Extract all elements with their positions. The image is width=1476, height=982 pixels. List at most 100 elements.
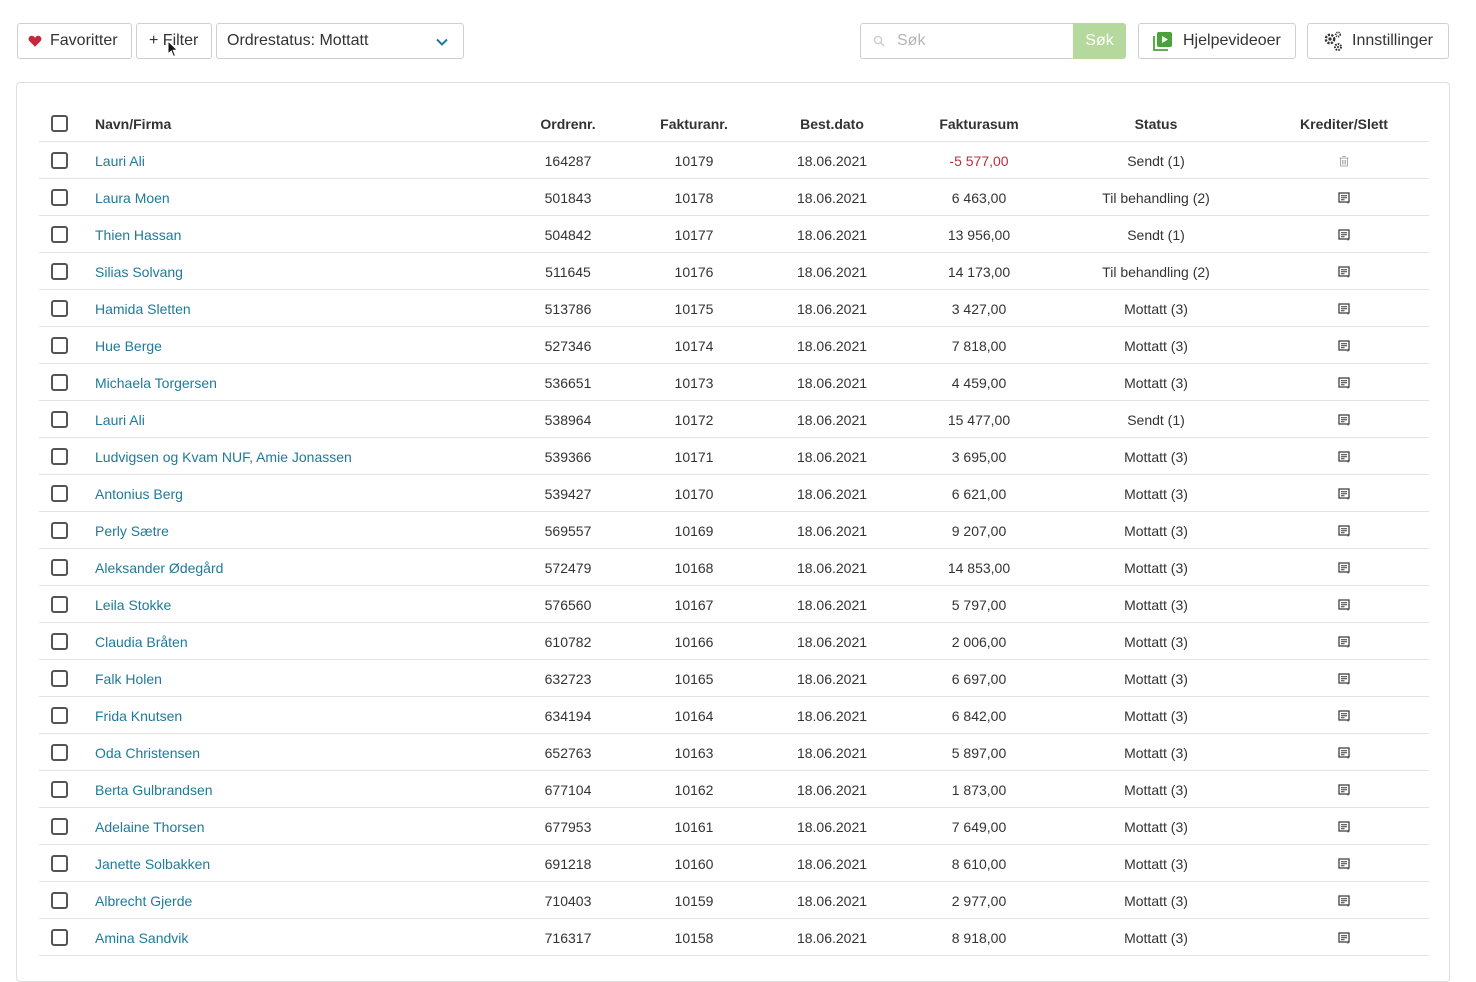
search-field[interactable] [860,23,1074,59]
credit-delete-button[interactable] [1289,179,1399,216]
order-date: 18.06.2021 [796,781,868,798]
header-name[interactable]: Navn/Firma [95,105,515,142]
credit-delete-button[interactable] [1289,253,1399,290]
order-number: 164287 [544,152,592,169]
order-status-select[interactable]: Ordrestatus: Mottatt [216,23,464,59]
customer-name-link[interactable]: Aleksander Ødegård [95,549,515,586]
credit-note-icon [1338,894,1350,906]
credit-delete-button[interactable] [1289,475,1399,512]
customer-name-link[interactable]: Leila Stokke [95,586,515,623]
status-text: Mottatt (3) [1124,596,1188,613]
order-date: 18.06.2021 [796,855,868,872]
invoice-sum: 8 918,00 [951,929,1007,946]
row-checkbox[interactable] [50,401,68,438]
customer-name-link[interactable]: Ludvigsen og Kvam NUF, Amie Jonassen [95,438,515,475]
row-checkbox[interactable] [50,660,68,697]
credit-note-icon [1338,931,1350,943]
row-checkbox[interactable] [50,549,68,586]
credit-delete-button[interactable] [1289,882,1399,919]
customer-name-link[interactable]: Perly Sætre [95,512,515,549]
select-all-checkbox[interactable] [50,105,68,142]
help-videos-button[interactable]: Hjelpevideoer [1138,23,1296,59]
customer-name-link[interactable]: Adelaine Thorsen [95,808,515,845]
favorites-button[interactable]: Favoritter [17,23,132,59]
credit-delete-button[interactable] [1289,808,1399,845]
credit-delete-button[interactable] [1289,697,1399,734]
settings-button[interactable]: Innstillinger [1307,23,1449,59]
customer-name-link[interactable]: Berta Gulbrandsen [95,771,515,808]
customer-name-link[interactable]: Oda Christensen [95,734,515,771]
row-checkbox[interactable] [50,364,68,401]
toolbar: Favoritter + Filter Ordrestatus: Mottatt… [0,0,1476,82]
invoice-sum: 6 463,00 [951,189,1007,206]
header-invoice-no[interactable]: Fakturanr. [644,105,744,142]
row-checkbox[interactable] [50,512,68,549]
credit-delete-button[interactable] [1289,549,1399,586]
row-checkbox[interactable] [50,475,68,512]
customer-name-link[interactable]: Albrecht Gjerde [95,882,515,919]
header-status[interactable]: Status [1079,105,1233,142]
table-row: Hamida Sletten 513786 10175 18.06.2021 3 427… [39,290,1429,327]
customer-name-link[interactable]: Michaela Torgersen [95,364,515,401]
row-checkbox[interactable] [50,438,68,475]
table-header-row: Navn/Firma Ordrenr. Fakturanr. Best.dato… [39,105,1429,142]
row-checkbox[interactable] [50,327,68,364]
credit-delete-button[interactable] [1289,771,1399,808]
status-text: Til behandling (2) [1102,263,1210,280]
customer-name-link[interactable]: Antonius Berg [95,475,515,512]
customer-name-link[interactable]: Falk Holen [95,660,515,697]
customer-name-link[interactable]: Lauri Ali [95,401,515,438]
credit-note-icon [1338,561,1350,573]
order-number: 677104 [544,781,592,798]
credit-delete-button[interactable] [1289,142,1399,179]
customer-name-link[interactable]: Hamida Sletten [95,290,515,327]
header-order-date[interactable]: Best.dato [782,105,882,142]
credit-delete-button[interactable] [1289,290,1399,327]
order-number: 576560 [544,596,592,613]
row-checkbox[interactable] [50,586,68,623]
status-text: Mottatt (3) [1124,448,1188,465]
credit-delete-button[interactable] [1289,845,1399,882]
row-checkbox[interactable] [50,697,68,734]
credit-delete-button[interactable] [1289,327,1399,364]
row-checkbox[interactable] [50,845,68,882]
customer-name-link[interactable]: Janette Solbakken [95,845,515,882]
customer-name-link[interactable]: Silias Solvang [95,253,515,290]
invoice-sum: 5 797,00 [951,596,1007,613]
row-checkbox[interactable] [50,179,68,216]
row-checkbox[interactable] [50,142,68,179]
row-checkbox[interactable] [50,623,68,660]
credit-delete-button[interactable] [1289,401,1399,438]
order-date: 18.06.2021 [796,633,868,650]
credit-delete-button[interactable] [1289,512,1399,549]
row-checkbox[interactable] [50,882,68,919]
search-button[interactable]: Søk [1073,23,1126,59]
customer-name-link[interactable]: Laura Moen [95,179,515,216]
header-order-no[interactable]: Ordrenr. [518,105,618,142]
credit-delete-button[interactable] [1289,438,1399,475]
credit-delete-button[interactable] [1289,586,1399,623]
credit-delete-button[interactable] [1289,734,1399,771]
customer-name-link[interactable]: Amina Sandvik [95,919,515,956]
customer-name-link[interactable]: Hue Berge [95,327,515,364]
row-checkbox[interactable] [50,808,68,845]
credit-delete-button[interactable] [1289,623,1399,660]
credit-note-icon [1338,265,1350,277]
row-checkbox[interactable] [50,734,68,771]
row-checkbox[interactable] [50,253,68,290]
customer-name-link[interactable]: Claudia Bråten [95,623,515,660]
customer-name-link[interactable]: Thien Hassan [95,216,515,253]
customer-name-link[interactable]: Frida Knutsen [95,697,515,734]
credit-delete-button[interactable] [1289,364,1399,401]
header-invoice-sum[interactable]: Fakturasum [919,105,1039,142]
credit-delete-button[interactable] [1289,216,1399,253]
row-checkbox[interactable] [50,919,68,956]
credit-delete-button[interactable] [1289,660,1399,697]
invoice-number: 10174 [674,337,714,354]
search-input[interactable] [897,32,1057,50]
credit-delete-button[interactable] [1289,919,1399,956]
row-checkbox[interactable] [50,216,68,253]
customer-name-link[interactable]: Lauri Ali [95,142,515,179]
row-checkbox[interactable] [50,290,68,327]
row-checkbox[interactable] [50,771,68,808]
